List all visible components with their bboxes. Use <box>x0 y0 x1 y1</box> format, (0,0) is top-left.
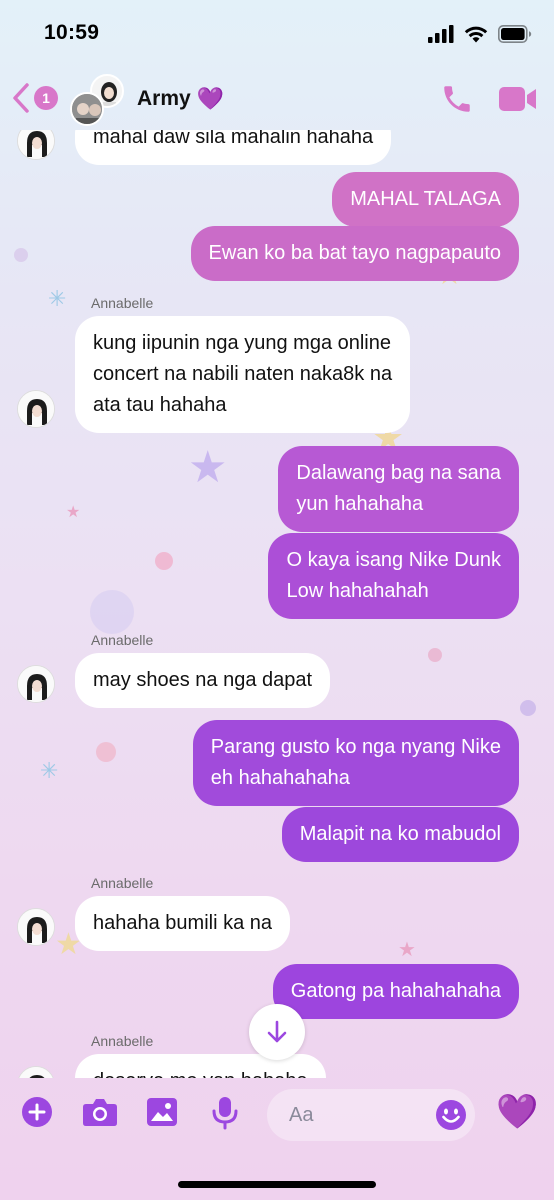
group-avatar[interactable] <box>70 74 126 126</box>
plus-icon <box>22 1097 52 1127</box>
message-list[interactable]: mahal daw sila mahalin hahaha MAHAL TALA… <box>0 130 554 1078</box>
message-bubble-incoming[interactable]: mahal daw sila mahalin hahaha <box>75 130 392 165</box>
message-input-container[interactable] <box>267 1089 475 1141</box>
like-button[interactable]: 💜 <box>496 1092 538 1132</box>
message-bubble-outgoing[interactable]: O kaya isang Nike Dunk Low hahahahah <box>268 533 519 619</box>
annabelle-avatar[interactable] <box>17 908 55 946</box>
chat-header: 1 Army 💜 <box>0 70 554 130</box>
add-button[interactable] <box>21 1096 53 1133</box>
back-button[interactable]: 1 <box>10 82 58 114</box>
sender-name: Annabelle <box>91 1033 154 1049</box>
annabelle-avatar[interactable] <box>17 390 55 428</box>
camera-icon <box>83 1099 117 1126</box>
camera-button[interactable] <box>82 1096 118 1133</box>
wifi-icon <box>464 26 488 43</box>
home-indicator <box>178 1181 376 1188</box>
sender-name: Annabelle <box>91 875 154 891</box>
chat-title[interactable]: Army 💜 <box>137 86 224 112</box>
image-icon <box>147 1098 177 1126</box>
voice-call-button[interactable] <box>440 82 474 121</box>
sender-name: Annabelle <box>91 295 154 311</box>
video-call-button[interactable] <box>498 84 538 119</box>
video-camera-icon <box>499 87 536 111</box>
message-bubble-outgoing[interactable]: Dalawang bag na sana yun hahahaha <box>278 446 519 532</box>
chevron-left-icon <box>13 83 29 113</box>
emoji-icon <box>436 1100 466 1130</box>
status-icons <box>428 25 532 43</box>
signal-icon <box>428 25 454 43</box>
scroll-to-bottom-button[interactable] <box>249 1004 305 1060</box>
message-bubble-incoming[interactable]: may shoes na nga dapat <box>75 653 331 708</box>
message-bubble-outgoing[interactable]: Gatong pa hahahahaha <box>272 964 519 1019</box>
emoji-button[interactable] <box>435 1099 467 1136</box>
message-bubble-outgoing[interactable]: Malapit na ko mabudol <box>281 807 519 862</box>
status-bar: 10:59 <box>0 0 554 70</box>
message-bubble-outgoing[interactable]: Parang gusto ko nga nyang Nike eh hahaha… <box>192 720 519 806</box>
message-bubble-outgoing[interactable]: Ewan ko ba bat tayo nagpapauto <box>190 226 519 281</box>
voice-message-button[interactable] <box>212 1096 238 1135</box>
purple-heart-emoji: 💜 <box>196 86 225 111</box>
annabelle-avatar[interactable] <box>17 130 55 160</box>
status-time: 10:59 <box>44 21 100 44</box>
avatar <box>70 92 104 126</box>
gallery-button[interactable] <box>146 1096 178 1133</box>
annabelle-avatar[interactable] <box>17 665 55 703</box>
message-input[interactable] <box>289 1101 419 1129</box>
arrow-down-icon <box>267 1020 287 1043</box>
battery-icon <box>498 25 532 43</box>
sender-name: Annabelle <box>91 632 154 648</box>
heart-icon: 💜 <box>496 1093 539 1131</box>
message-bubble-incoming[interactable]: kung iipunin nga yung mga online concert… <box>75 316 411 433</box>
microphone-icon <box>212 1097 238 1130</box>
phone-icon <box>444 86 470 112</box>
chat-title-text: Army <box>137 87 191 110</box>
unread-badge: 1 <box>34 86 58 110</box>
message-bubble-outgoing[interactable]: MAHAL TALAGA <box>332 172 519 227</box>
annabelle-avatar[interactable] <box>17 1066 55 1078</box>
message-bubble-incoming[interactable]: hahaha bumili ka na <box>75 896 291 951</box>
